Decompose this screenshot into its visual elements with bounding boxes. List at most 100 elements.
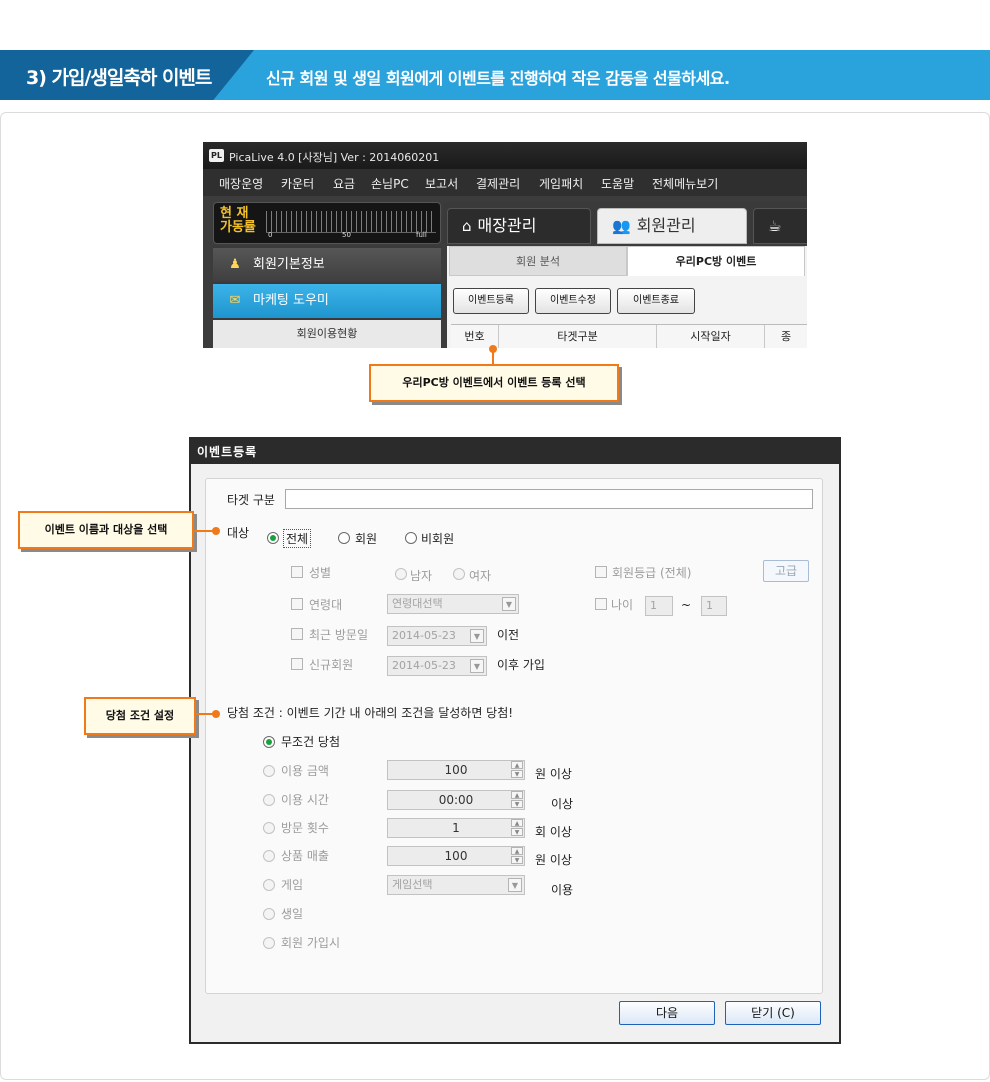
gender-checkbox[interactable] (291, 566, 303, 578)
new-member-checkbox[interactable] (291, 658, 303, 670)
audience-all-radio[interactable] (267, 532, 279, 544)
menu-item[interactable]: 보고서 (425, 175, 458, 192)
member-info-icon: ♟ (229, 257, 241, 272)
condition-amount-stepper[interactable]: 100 ▲ ▼ (387, 760, 525, 780)
member-grade-label: 회원등급 (전체) (612, 566, 692, 580)
tab-next[interactable]: ☕ (753, 208, 807, 244)
condition-time-label: 이용 시간 (281, 793, 329, 807)
menu-item[interactable]: 전체메뉴보기 (652, 175, 718, 192)
spin-down-icon[interactable]: ▼ (511, 770, 523, 778)
event-panel: 회원 분석 우리PC방 이벤트 이벤트등록 이벤트수정 이벤트종료 번호 타겟구… (447, 246, 807, 348)
section-title-tab: 3) 가입/생일축하 이벤트 (0, 50, 254, 100)
condition-amount-radio[interactable] (263, 765, 275, 777)
cup-icon: ☕ (768, 217, 782, 235)
menu-item[interactable]: 매장운영 (219, 175, 263, 192)
spin-down-icon[interactable]: ▼ (511, 828, 523, 836)
sidebar-subitem-usage[interactable]: 회원이용현황 (213, 320, 441, 348)
next-button[interactable]: 다음 (619, 1001, 715, 1025)
audience-nonmember-label[interactable]: 비회원 (421, 530, 454, 547)
age-group-select[interactable]: 연령대선택 ▼ (387, 594, 519, 614)
register-event-button[interactable]: 이벤트등록 (453, 288, 529, 314)
condition-game-label: 게임 (281, 878, 304, 892)
condition-signup-radio[interactable] (263, 937, 275, 949)
audience-member-label[interactable]: 회원 (355, 530, 377, 547)
condition-game-radio[interactable] (263, 879, 275, 891)
menu-item[interactable]: 손님PC (371, 175, 409, 192)
condition-amount-label: 이용 금액 (281, 764, 329, 778)
condition-sales-stepper[interactable]: 100 ▲ ▼ (387, 846, 525, 866)
chevron-down-icon: ▼ (470, 629, 484, 643)
callout-dot (212, 710, 220, 718)
advanced-button[interactable]: 고급 (763, 560, 809, 582)
new-member-date[interactable]: 2014-05-23 ▼ (387, 656, 487, 676)
tab-store-management[interactable]: ⌂ 매장관리 (447, 208, 591, 244)
menu-item[interactable]: 도움말 (601, 175, 634, 192)
dialog-body: 타겟 구분 대상 전체 회원 비회원 성별 남자 여자 회원등급 (전체) 고급… (191, 464, 839, 1042)
condition-amount-suffix: 원 이상 (535, 767, 572, 781)
age-to-input[interactable]: 1 (701, 596, 727, 616)
audience-all-label[interactable]: 전체 (283, 529, 312, 548)
tab-pc-event[interactable]: 우리PC방 이벤트 (627, 246, 805, 276)
condition-visits-label: 방문 횟수 (281, 821, 329, 835)
spin-down-icon[interactable]: ▼ (511, 800, 523, 808)
column-header[interactable]: 시작일자 (657, 325, 765, 348)
column-header[interactable]: 타겟구분 (499, 325, 657, 348)
sidebar-item-member-info[interactable]: ♟ 회원기본정보 (213, 248, 441, 282)
member-grade-checkbox[interactable] (595, 566, 607, 578)
gender-female-radio[interactable] (453, 568, 465, 580)
condition-unconditional-radio[interactable] (263, 736, 275, 748)
close-button[interactable]: 닫기 (C) (725, 1001, 821, 1025)
callout-target: 이벤트 이름과 대상을 선택 (18, 511, 194, 549)
target-input[interactable] (285, 489, 813, 509)
gauge-scale (266, 211, 436, 233)
menu-item[interactable]: 요금 (333, 175, 355, 192)
edit-event-button[interactable]: 이벤트수정 (535, 288, 611, 314)
condition-sales-radio[interactable] (263, 850, 275, 862)
callout-condition: 당첨 조건 설정 (84, 697, 196, 735)
header-banner: 3) 가입/생일축하 이벤트 신규 회원 및 생일 회원에게 이벤트를 진행하여… (0, 50, 990, 100)
condition-visits-stepper[interactable]: 1 ▲ ▼ (387, 818, 525, 838)
condition-game-select[interactable]: 게임선택 ▼ (387, 875, 525, 895)
section-subtitle: 신규 회원 및 생일 회원에게 이벤트를 진행하여 작은 감동을 선물하세요. (266, 69, 730, 88)
condition-visits-radio[interactable] (263, 822, 275, 834)
gender-female-label: 여자 (469, 569, 492, 583)
recent-visit-checkbox[interactable] (291, 628, 303, 640)
condition-birthday-radio[interactable] (263, 908, 275, 920)
sidebar-item-marketing[interactable]: ✉ 마케팅 도우미 (213, 284, 441, 318)
tab-member-management[interactable]: 👥 회원관리 (597, 208, 747, 244)
recent-visit-date[interactable]: 2014-05-23 ▼ (387, 626, 487, 646)
condition-time-suffix: 이상 (551, 797, 574, 811)
condition-time-radio[interactable] (263, 794, 275, 806)
tab-member-analysis[interactable]: 회원 분석 (449, 246, 627, 276)
end-event-button[interactable]: 이벤트종료 (617, 288, 695, 314)
condition-birthday-label: 생일 (281, 907, 304, 921)
gauge-min: 0 (268, 231, 273, 239)
spin-up-icon[interactable]: ▲ (511, 819, 523, 827)
condition-game-suffix: 이용 (551, 883, 574, 897)
gender-male-radio[interactable] (395, 568, 407, 580)
spin-up-icon[interactable]: ▲ (511, 761, 523, 769)
gauge-label-1: 현 재 (220, 206, 249, 221)
column-header[interactable]: 종 (765, 325, 807, 348)
window-title-bar: PL PicaLive 4.0 [사장님] Ver : 2014060201 (203, 142, 807, 169)
age-checkbox[interactable] (595, 598, 607, 610)
spin-down-icon[interactable]: ▼ (511, 856, 523, 864)
members-icon: 👥 (612, 217, 631, 235)
recent-visit-suffix: 이전 (497, 628, 520, 642)
menu-item[interactable]: 카운터 (281, 175, 314, 192)
menu-item[interactable]: 게임패치 (539, 175, 583, 192)
audience-nonmember-radio[interactable] (405, 532, 417, 544)
condition-visits-suffix: 회 이상 (535, 825, 572, 839)
menu-item[interactable]: 결제관리 (476, 175, 520, 192)
menu-bar: 매장운영 카운터 요금 손님PC 보고서 결제관리 게임패치 도움말 전체메뉴보… (203, 169, 807, 196)
condition-sales-label: 상품 매출 (281, 849, 329, 863)
age-range-tilde: ~ (681, 598, 692, 612)
spin-up-icon[interactable]: ▲ (511, 791, 523, 799)
spin-up-icon[interactable]: ▲ (511, 847, 523, 855)
condition-time-stepper[interactable]: 00:00 ▲ ▼ (387, 790, 525, 810)
age-from-input[interactable]: 1 (645, 596, 673, 616)
condition-unconditional-label[interactable]: 무조건 당첨 (281, 733, 340, 750)
audience-member-radio[interactable] (338, 532, 350, 544)
age-group-checkbox[interactable] (291, 598, 303, 610)
condition-signup-label: 회원 가입시 (281, 936, 341, 950)
